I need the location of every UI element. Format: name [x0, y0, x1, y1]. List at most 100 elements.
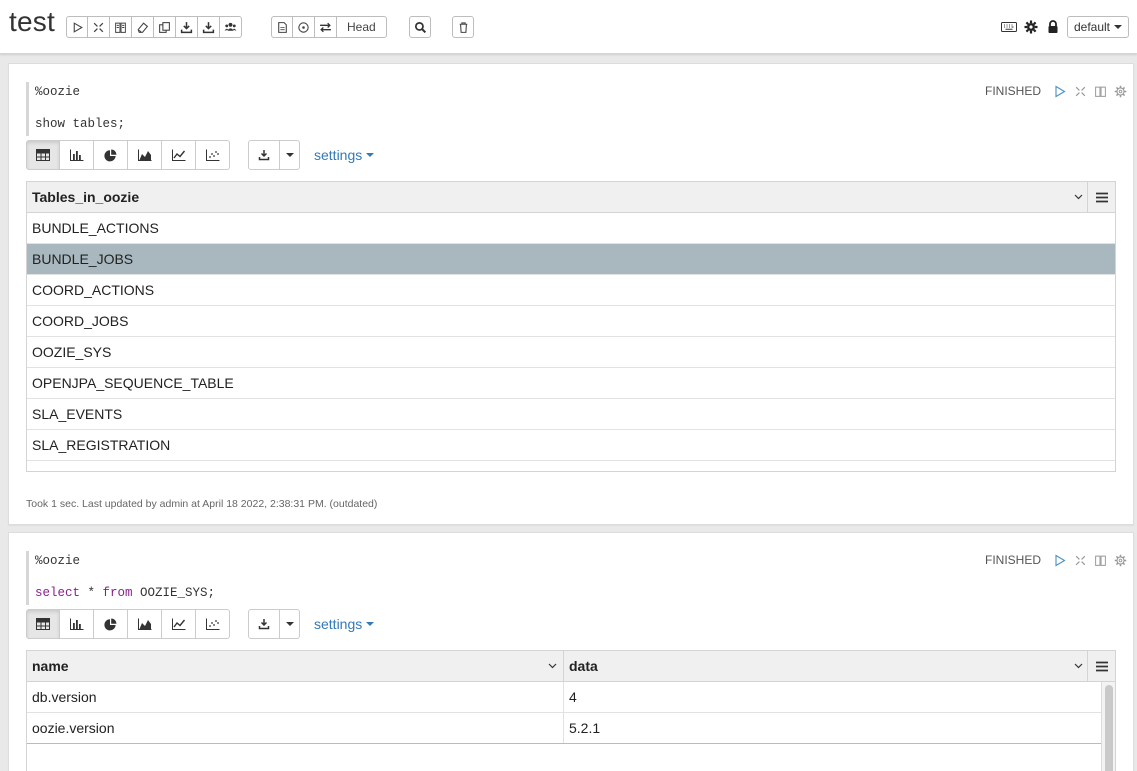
grid-menu-button[interactable] [1087, 182, 1115, 212]
scatter-chart-button[interactable] [196, 609, 230, 639]
notebook-title[interactable]: test [9, 6, 55, 38]
caret-down-icon [1114, 25, 1122, 29]
column-header-name[interactable]: name [27, 651, 564, 681]
table-cell: 4 [569, 689, 577, 705]
look-and-feel-label: default [1073, 20, 1110, 34]
note-permissions-button[interactable] [1045, 19, 1061, 35]
gear-icon [1114, 85, 1126, 97]
permissions-button[interactable] [220, 16, 242, 38]
settings-toggle[interactable]: settings [314, 147, 375, 163]
table-row[interactable]: oozie.version 5.2.1 [27, 713, 1101, 744]
interpreter-binding-button[interactable] [1023, 19, 1039, 35]
area-chart-button[interactable] [128, 140, 162, 170]
search-icon [414, 21, 426, 33]
download-data-button[interactable] [248, 609, 280, 639]
table-row[interactable]: SLA_EVENTS [27, 399, 1115, 430]
visualization-toolbar: settings [26, 140, 375, 170]
toggle-editor-button[interactable] [1073, 84, 1087, 98]
scrollbar-thumb[interactable] [1105, 685, 1113, 771]
sql-keyword: from [102, 586, 133, 600]
export-button[interactable] [176, 16, 198, 38]
table-cell: 5.2.1 [569, 720, 601, 736]
table-cell: COORD_ACTIONS [32, 282, 155, 298]
search-button[interactable] [409, 16, 431, 38]
table-row[interactable]: OOZIE_SYS [27, 337, 1115, 368]
export-ipynb-button[interactable] [198, 16, 220, 38]
toggle-editor-button[interactable] [1073, 553, 1087, 567]
table-view-button[interactable] [26, 609, 60, 639]
paragraph-settings-button[interactable] [1113, 84, 1127, 98]
table-row[interactable]: COORD_JOBS [27, 306, 1115, 337]
delete-group [452, 16, 474, 38]
gear-icon [1024, 20, 1038, 34]
code-editor[interactable]: %oozie show tables; [26, 82, 226, 136]
delete-notebook-button[interactable] [452, 16, 474, 38]
column-header-data[interactable]: data [564, 651, 1089, 681]
bar-chart-button[interactable] [60, 609, 94, 639]
table-icon [36, 149, 50, 161]
table-row-selected[interactable]: BUNDLE_JOBS [27, 244, 1115, 275]
toggle-output-button[interactable] [1093, 84, 1107, 98]
chevron-down-icon[interactable] [547, 661, 557, 671]
pie-chart-button[interactable] [94, 609, 128, 639]
commit-button[interactable] [271, 16, 293, 38]
clear-output-button[interactable] [132, 16, 154, 38]
table-row[interactable]: COORD_ACTIONS [27, 275, 1115, 306]
revisions-button[interactable] [293, 16, 315, 38]
head-revision-button[interactable]: Head [337, 16, 387, 38]
table-view-button[interactable] [26, 140, 60, 170]
table-cell: oozie.version [27, 713, 564, 743]
download-data-button[interactable] [248, 140, 280, 170]
download-format-dropdown[interactable] [280, 609, 300, 639]
bar-chart-icon [69, 618, 83, 630]
table-row[interactable]: OPENJPA_SEQUENCE_TABLE [27, 368, 1115, 399]
notebook-actions-group [66, 16, 242, 38]
download-icon [258, 619, 270, 630]
sql-keyword: select [35, 586, 81, 600]
menu-icon [1095, 192, 1108, 202]
area-chart-button[interactable] [128, 609, 162, 639]
line-chart-icon [171, 618, 185, 630]
table-header-row: Tables_in_oozie [27, 182, 1115, 213]
table-scrollbar[interactable] [1101, 682, 1115, 771]
chevron-down-icon[interactable] [1073, 661, 1083, 671]
users-icon [224, 22, 237, 31]
copy-icon [159, 21, 170, 33]
paragraph-settings-button[interactable] [1113, 553, 1127, 567]
grid-menu-button[interactable] [1087, 651, 1115, 681]
toggle-output-button[interactable] [110, 16, 132, 38]
code-editor[interactable]: %oozie select * from OOZIE_SYS; [26, 551, 226, 605]
table-row[interactable]: db.version 4 [27, 682, 1101, 713]
toggle-code-button[interactable] [88, 16, 110, 38]
chart-type-group [26, 140, 230, 170]
download-icon [258, 150, 270, 161]
file-icon [277, 21, 287, 33]
table-row[interactable]: SLA_REGISTRATION [27, 430, 1115, 461]
chevron-down-icon[interactable] [1073, 192, 1083, 202]
book-icon [1094, 555, 1106, 566]
column-header[interactable]: Tables_in_oozie [27, 182, 1089, 212]
download-icon [202, 21, 215, 33]
look-and-feel-dropdown[interactable]: default [1066, 16, 1129, 38]
toggle-output-button[interactable] [1093, 553, 1107, 567]
column-header-label: name [32, 658, 69, 674]
settings-toggle[interactable]: settings [314, 616, 375, 632]
bar-chart-button[interactable] [60, 140, 94, 170]
run-paragraph-button[interactable] [1053, 553, 1067, 567]
table-row[interactable]: BUNDLE_ACTIONS [27, 213, 1115, 244]
line-chart-button[interactable] [162, 609, 196, 639]
compare-revisions-button[interactable] [315, 16, 337, 38]
download-format-dropdown[interactable] [280, 140, 300, 170]
pie-chart-button[interactable] [94, 140, 128, 170]
keyboard-shortcuts-button[interactable] [1000, 19, 1017, 35]
run-all-button[interactable] [66, 16, 88, 38]
expand-arrows-icon [93, 22, 104, 32]
version-control-group: Head [271, 16, 387, 38]
clone-button[interactable] [154, 16, 176, 38]
table-cell: SLA_REGISTRATION [32, 437, 171, 453]
paragraph-controls: FINISHED [985, 553, 1127, 567]
line-chart-button[interactable] [162, 140, 196, 170]
scatter-chart-button[interactable] [196, 140, 230, 170]
table-cell: BUNDLE_JOBS [32, 251, 134, 267]
run-paragraph-button[interactable] [1053, 84, 1067, 98]
